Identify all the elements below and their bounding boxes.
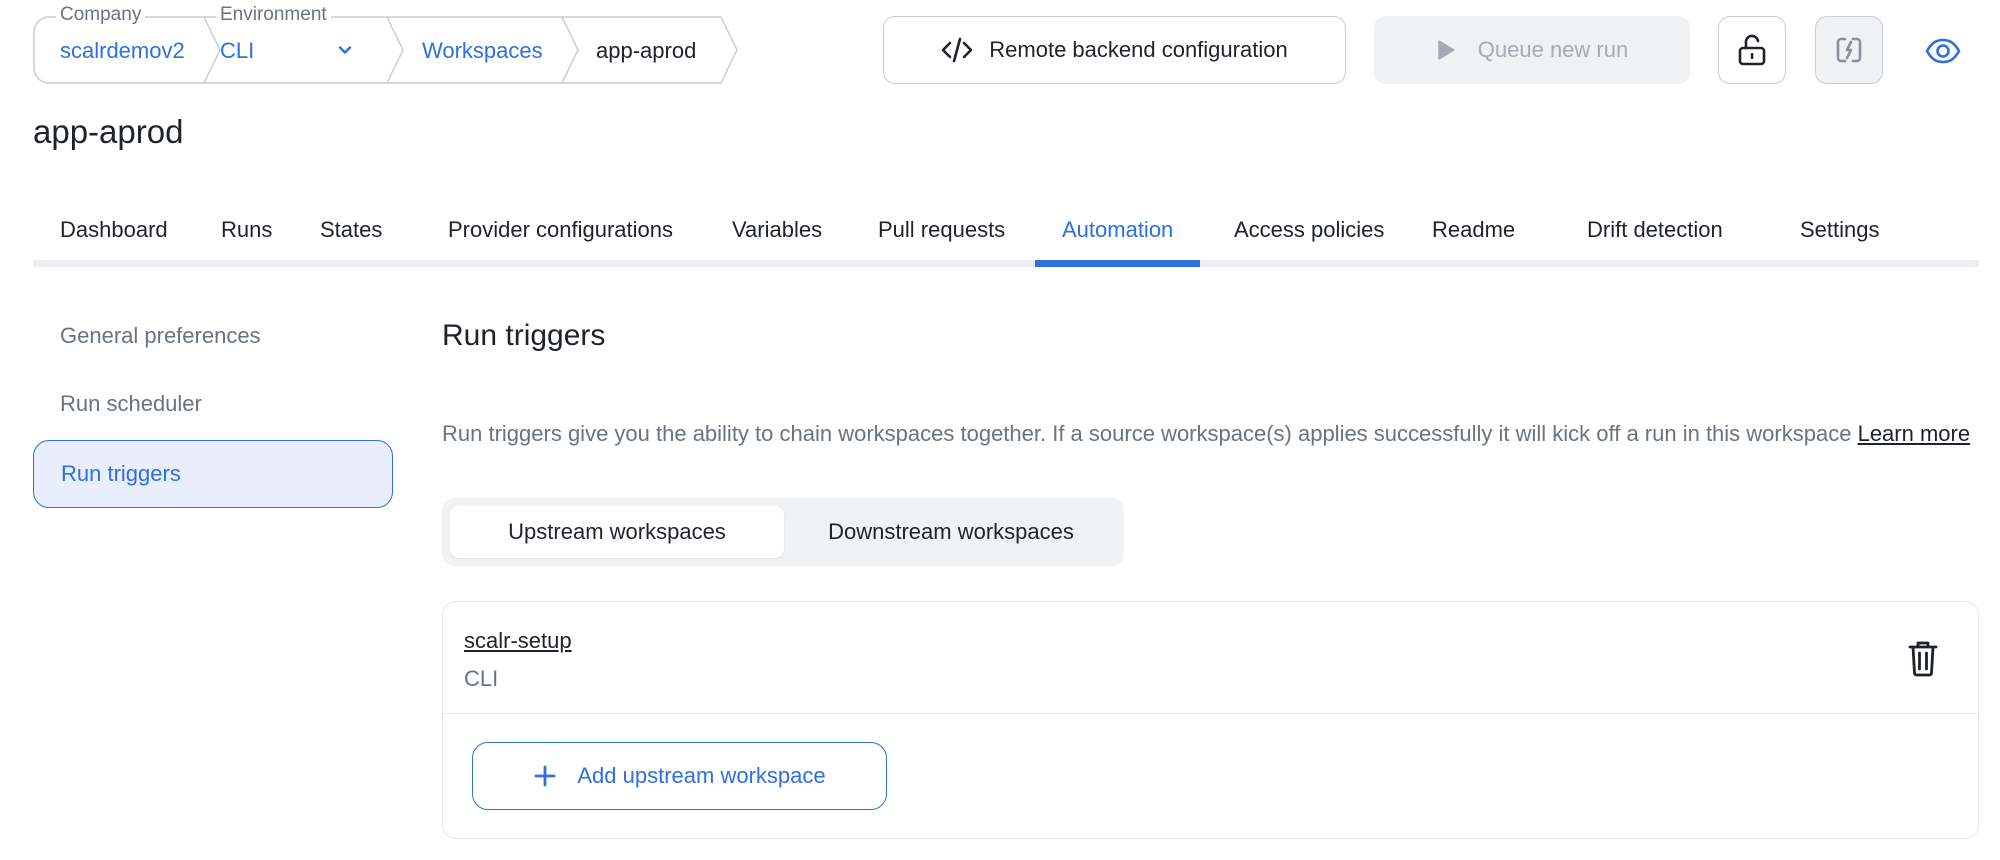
unlock-icon [1738, 34, 1766, 66]
drift-icon [1836, 37, 1862, 63]
breadcrumb-workspaces[interactable]: Workspaces [405, 16, 565, 84]
tab-states[interactable]: States [293, 200, 409, 267]
tab-pull-requests[interactable]: Pull requests [851, 200, 1032, 267]
watch-button[interactable] [1920, 28, 1966, 74]
sidebar-item-run-triggers[interactable]: Run triggers [33, 440, 393, 508]
code-icon [941, 37, 973, 63]
tab-dashboard[interactable]: Dashboard [33, 200, 195, 267]
workspace-environment: CLI [464, 666, 499, 691]
workspaces-link[interactable]: Workspaces [422, 38, 543, 64]
lock-workspace-button[interactable] [1718, 16, 1786, 84]
workspace-link[interactable]: scalr-setup [464, 627, 572, 655]
chevron-down-icon[interactable] [336, 41, 354, 59]
breadcrumb-current: app-aprod [580, 16, 730, 84]
sidebar-item-general-preferences[interactable]: General preferences [33, 302, 393, 370]
upstream-workspaces-card: scalr-setup CLI Add upstream workspace [442, 601, 1979, 839]
downstream-workspaces-tab[interactable]: Downstream workspaces [784, 506, 1118, 558]
company-selector[interactable]: Company scalrdemov2 [33, 4, 204, 84]
add-upstream-label: Add upstream workspace [577, 763, 826, 788]
sidebar-item-run-scheduler[interactable]: Run scheduler [33, 370, 393, 438]
remote-backend-label: Remote backend configuration [989, 37, 1288, 62]
description-text: Run triggers give you the ability to cha… [442, 421, 1852, 446]
tab-access-policies[interactable]: Access policies [1207, 200, 1411, 267]
tab-bar: Dashboard Runs States Provider configura… [33, 200, 1979, 267]
remote-backend-button[interactable]: Remote backend configuration [883, 16, 1346, 84]
queue-run-label: Queue new run [1477, 37, 1629, 62]
plus-icon [534, 765, 556, 787]
tab-drift-detection[interactable]: Drift detection [1560, 200, 1750, 267]
upstream-workspaces-tab[interactable]: Upstream workspaces [450, 506, 784, 558]
tab-settings[interactable]: Settings [1773, 200, 1907, 267]
play-icon [1438, 40, 1455, 60]
page-title: app-aprod [33, 113, 184, 150]
tab-variables[interactable]: Variables [705, 200, 849, 267]
current-workspace: app-aprod [596, 38, 697, 63]
section-description: Run triggers give you the ability to cha… [442, 420, 1970, 448]
tab-provider-configurations[interactable]: Provider configurations [421, 200, 700, 267]
trash-icon[interactable] [1906, 639, 1940, 677]
company-name[interactable]: scalrdemov2 [60, 38, 185, 64]
section-title: Run triggers [442, 319, 606, 352]
environment-selector[interactable]: Environment CLI [213, 4, 387, 84]
environment-name[interactable]: CLI [220, 38, 254, 64]
environment-legend: Environment [216, 4, 331, 26]
learn-more-link[interactable]: Learn more [1858, 421, 1971, 446]
company-legend: Company [56, 4, 146, 26]
tab-readme[interactable]: Readme [1405, 200, 1542, 267]
list-item: scalr-setup CLI [443, 602, 1978, 714]
workspace-direction-switch: Upstream workspaces Downstream workspace… [442, 498, 1124, 566]
tab-runs[interactable]: Runs [194, 200, 299, 267]
drift-detection-button[interactable] [1815, 16, 1883, 84]
add-upstream-workspace-button[interactable]: Add upstream workspace [472, 742, 887, 810]
queue-run-button[interactable]: Queue new run [1374, 16, 1690, 84]
tab-automation[interactable]: Automation [1035, 200, 1201, 267]
eye-icon [1925, 38, 1961, 64]
